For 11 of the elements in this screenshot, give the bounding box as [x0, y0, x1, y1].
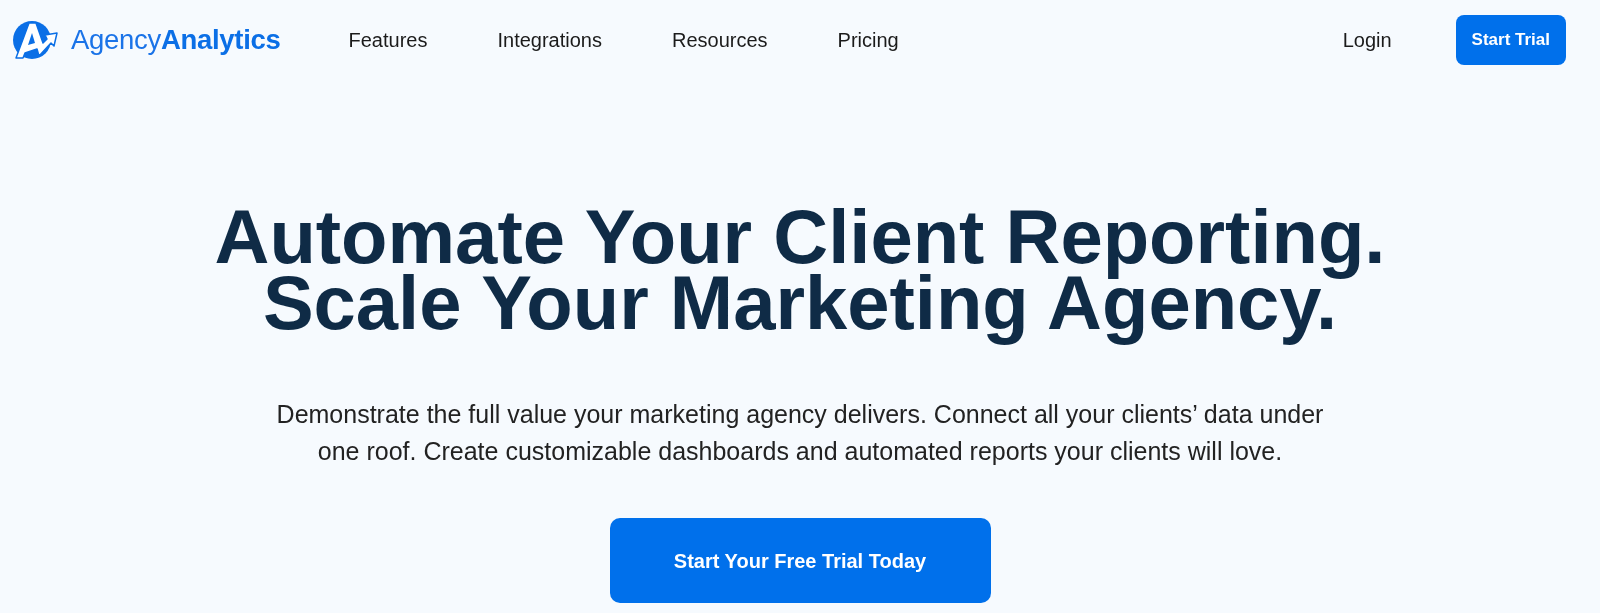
hero-headline: Automate Your Client Reporting. Scale Your Marketing Agency.	[214, 194, 1386, 346]
hero-description: Demonstrate the full value your marketing agency delivers. Connect all your clients’ data under one roof. Create customizable dashboards and automated reports your clients will love.	[275, 399, 1325, 467]
free-trial-button[interactable]: Start Your Free Trial Today	[609, 518, 991, 603]
login-link[interactable]: Login	[1342, 25, 1392, 55]
nav-link[interactable]: Resources	[671, 25, 768, 55]
start-trial-button[interactable]: Start Trial	[1455, 15, 1566, 65]
logo-wordmark[interactable]: AgencyAnalytics	[71, 26, 281, 54]
nav-link[interactable]: Integrations	[497, 25, 602, 55]
nav-link[interactable]: Pricing	[837, 25, 899, 55]
nav-link[interactable]: Features	[348, 25, 428, 55]
logo-icon[interactable]	[12, 19, 58, 61]
